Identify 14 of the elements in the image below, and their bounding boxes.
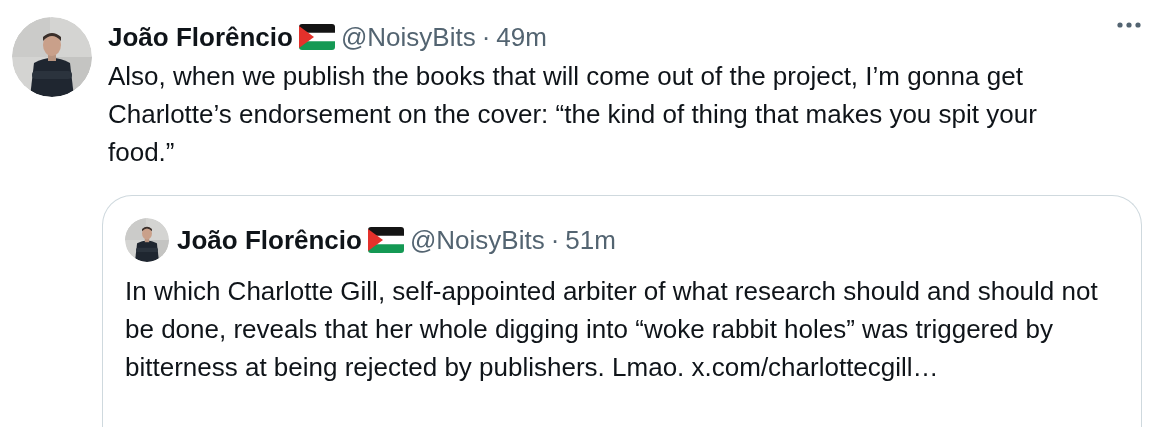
separator-dot: · [481, 21, 491, 53]
timestamp[interactable]: 51m [565, 224, 616, 256]
author-handle[interactable]: @NoisyBits [340, 21, 476, 53]
separator-dot: · [550, 224, 560, 256]
tweet-text: Also, when we publish the books that will come out of the project, I’m gonna get Charlotte’s endorsement on the cover: “the kind of thing that makes you spit your food.” [108, 60, 1038, 169]
flag-icon [298, 24, 335, 50]
flag-icon [367, 227, 404, 253]
author-name[interactable]: João Florêncio [108, 21, 293, 53]
quoted-tweet-card[interactable] [102, 195, 1142, 427]
quoted-tweet-text: In which Charlotte Gill, self-appointed arbiter of what research should and should not be done, reveals that her whole digging into “woke rabbit holes” was triggered by bitterness at being rejected by publishers. Lmao. x.com/charlottecgill… [125, 275, 1099, 384]
timestamp[interactable]: 49m [496, 21, 547, 53]
more-icon[interactable] [1116, 21, 1142, 29]
author-handle[interactable]: @NoisyBits [409, 224, 545, 256]
author-name[interactable]: João Florêncio [177, 224, 362, 256]
